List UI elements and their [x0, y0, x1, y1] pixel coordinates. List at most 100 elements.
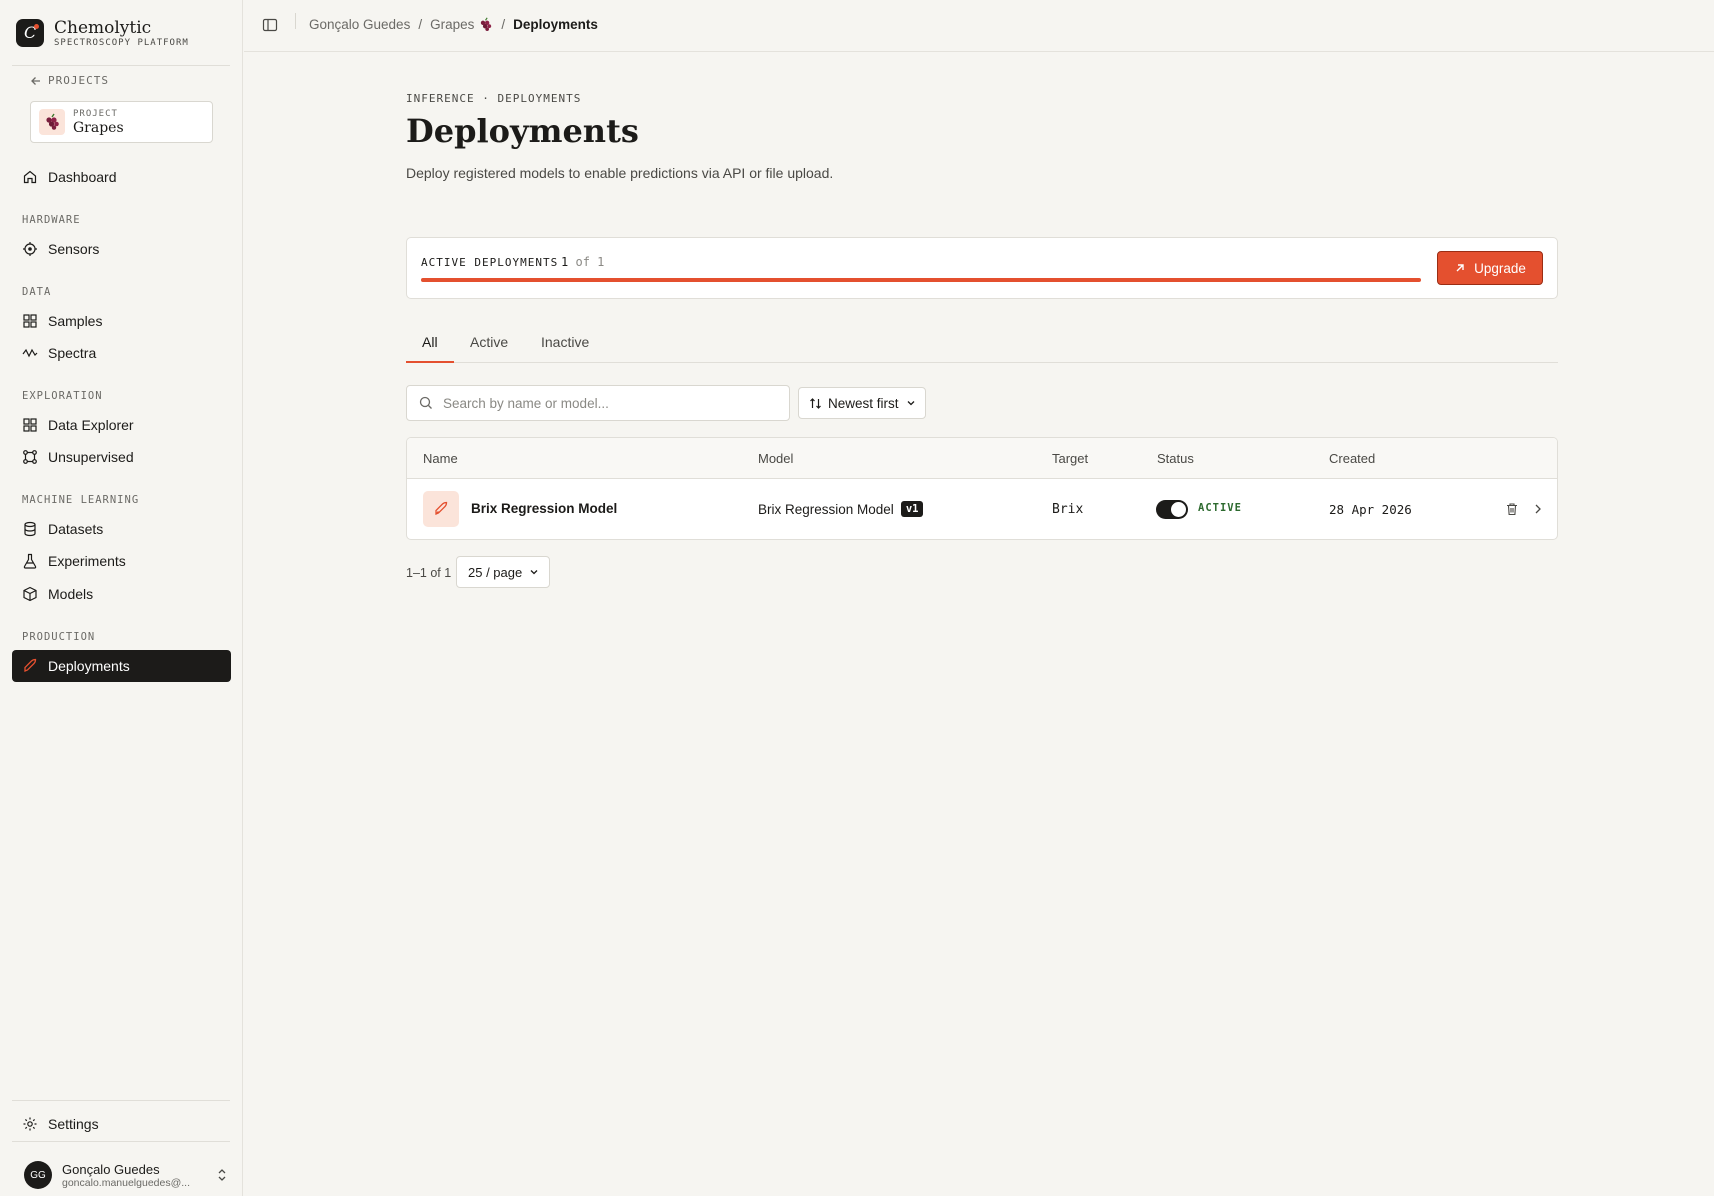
sidebar-item-label: Dashboard: [48, 169, 117, 185]
sidebar-item-data-explorer[interactable]: Data Explorer: [12, 409, 231, 441]
grid-icon: [23, 314, 37, 328]
sidebar-item-label: Datasets: [48, 521, 104, 537]
column-header-status[interactable]: Status: [1157, 451, 1194, 466]
back-label: PROJECTS: [48, 74, 109, 87]
page-size-label: 25 / page: [468, 564, 523, 580]
breadcrumb-user[interactable]: Gonçalo Guedes: [309, 17, 410, 32]
status-tabs: All Active Inactive: [406, 325, 1558, 363]
sort-arrows-icon: [810, 397, 821, 409]
table-row[interactable]: Brix Regression Model Brix Regression Mo…: [407, 479, 1557, 539]
gear-icon: [23, 1117, 37, 1131]
sidebar-item-unsupervised[interactable]: Unsupervised: [12, 441, 231, 473]
database-icon: [24, 521, 36, 537]
sidebar-item-label: Settings: [48, 1116, 99, 1132]
sidebar: C Chemolytic SPECTROSCOPY PLATFORM PROJE…: [0, 0, 243, 1196]
tab-all[interactable]: All: [422, 334, 438, 350]
page-eyebrow: INFERENCE · DEPLOYMENTS: [406, 92, 582, 105]
arrow-left-icon: [31, 76, 40, 85]
sidebar-item-settings[interactable]: Settings: [12, 1108, 231, 1140]
pagination-range: 1–1 of 1: [406, 566, 452, 580]
sidebar-item-deployments[interactable]: Deployments: [12, 650, 231, 682]
page-subtitle: Deploy registered models to enable predi…: [406, 165, 834, 181]
column-header-target[interactable]: Target: [1052, 451, 1088, 466]
chevron-right-icon[interactable]: [1531, 502, 1545, 516]
divider: [295, 13, 296, 29]
breadcrumb-project-label: Grapes: [430, 17, 475, 32]
sidebar-divider: [12, 1100, 230, 1101]
column-header-name[interactable]: Name: [423, 451, 458, 466]
sort-label: Newest first: [828, 395, 899, 411]
sidebar-toggle-icon[interactable]: [262, 17, 278, 33]
sidebar-item-models[interactable]: Models: [12, 578, 231, 610]
upgrade-button[interactable]: Upgrade: [1437, 251, 1543, 285]
grapes-icon: [39, 109, 65, 135]
model-version-badge: v1: [900, 501, 924, 517]
sidebar-item-dashboard[interactable]: Dashboard: [12, 161, 231, 193]
rocket-icon: [423, 491, 459, 527]
quota-progress-fill: [421, 278, 1421, 282]
brand[interactable]: C Chemolytic SPECTROSCOPY PLATFORM: [16, 18, 189, 48]
page-title: Deployments: [406, 112, 639, 150]
breadcrumb-project[interactable]: Grapes: [430, 17, 493, 32]
project-name: Grapes: [73, 119, 124, 136]
status-badge: ACTIVE: [1198, 502, 1242, 514]
column-header-created[interactable]: Created: [1329, 451, 1375, 466]
deployment-quota-card: ACTIVE DEPLOYMENTS 1 of 1 Upgrade: [406, 237, 1558, 299]
avatar: GG: [24, 1161, 52, 1189]
project-switcher[interactable]: PROJECT Grapes: [30, 101, 213, 143]
brand-logo-icon: C: [16, 19, 44, 47]
user-menu[interactable]: GG Gonçalo Guedes goncalo.manuelguedes@.…: [12, 1155, 232, 1195]
nav-section-data: DATA: [22, 286, 52, 298]
sidebar-item-spectra[interactable]: Spectra: [12, 337, 231, 369]
cube-icon: [23, 586, 37, 602]
breadcrumb-current: Deployments: [513, 17, 598, 32]
nav-section-production: PRODUCTION: [22, 631, 96, 643]
grid-icon: [23, 418, 37, 432]
brand-subtitle: SPECTROSCOPY PLATFORM: [54, 38, 189, 48]
quota-progress-bar: [421, 278, 1421, 282]
sidebar-item-datasets[interactable]: Datasets: [12, 513, 231, 545]
sidebar-item-label: Unsupervised: [48, 449, 134, 465]
upgrade-label: Upgrade: [1474, 260, 1526, 276]
waveform-icon: [22, 348, 38, 358]
sidebar-item-samples[interactable]: Samples: [12, 305, 231, 337]
user-name: Gonçalo Guedes: [62, 1161, 160, 1177]
sidebar-divider: [12, 65, 230, 66]
chevron-up-down-icon: [218, 1169, 226, 1181]
sidebar-item-sensors[interactable]: Sensors: [12, 233, 231, 265]
page-size-dropdown[interactable]: 25 / page: [456, 556, 550, 588]
search-box[interactable]: [406, 385, 790, 421]
back-to-projects-link[interactable]: PROJECTS: [30, 74, 109, 87]
user-email: goncalo.manuelguedes@...: [62, 1176, 190, 1189]
deployment-model: Brix Regression Model v1: [758, 501, 924, 517]
search-input[interactable]: [443, 395, 763, 411]
deployment-target: Brix: [1052, 502, 1084, 517]
trash-icon[interactable]: [1505, 502, 1519, 516]
tab-label: All: [422, 334, 438, 350]
deployment-created-date: 28 Apr 2026: [1329, 502, 1412, 517]
home-icon: [23, 170, 37, 184]
tab-inactive[interactable]: Inactive: [541, 334, 589, 350]
search-icon: [419, 396, 432, 409]
arrow-up-right-icon: [1456, 264, 1464, 272]
sidebar-item-label: Experiments: [48, 553, 126, 569]
brand-name: Chemolytic: [54, 18, 152, 38]
tab-active[interactable]: Active: [470, 334, 508, 350]
sidebar-item-label: Sensors: [48, 241, 100, 257]
column-header-model[interactable]: Model: [758, 451, 793, 466]
breadcrumb: Gonçalo Guedes / Grapes / Deployments: [309, 17, 598, 32]
deployments-table: Name Model Target Status Created Brix Re…: [406, 437, 1558, 540]
sidebar-item-label: Spectra: [48, 345, 97, 361]
sidebar-item-experiments[interactable]: Experiments: [12, 545, 231, 577]
project-label: PROJECT: [73, 108, 118, 119]
deployment-active-toggle[interactable]: [1156, 500, 1188, 519]
rocket-icon: [24, 658, 37, 672]
quota-total: of 1: [575, 255, 605, 269]
sidebar-item-label: Samples: [48, 313, 103, 329]
table-header: Name Model Target Status Created: [407, 438, 1557, 479]
sidebar-divider: [12, 1141, 230, 1142]
sort-dropdown[interactable]: Newest first: [798, 387, 926, 419]
model-name[interactable]: Brix Regression Model: [758, 502, 894, 517]
sidebar-item-label: Data Explorer: [48, 417, 134, 433]
deployment-name[interactable]: Brix Regression Model: [471, 501, 617, 516]
